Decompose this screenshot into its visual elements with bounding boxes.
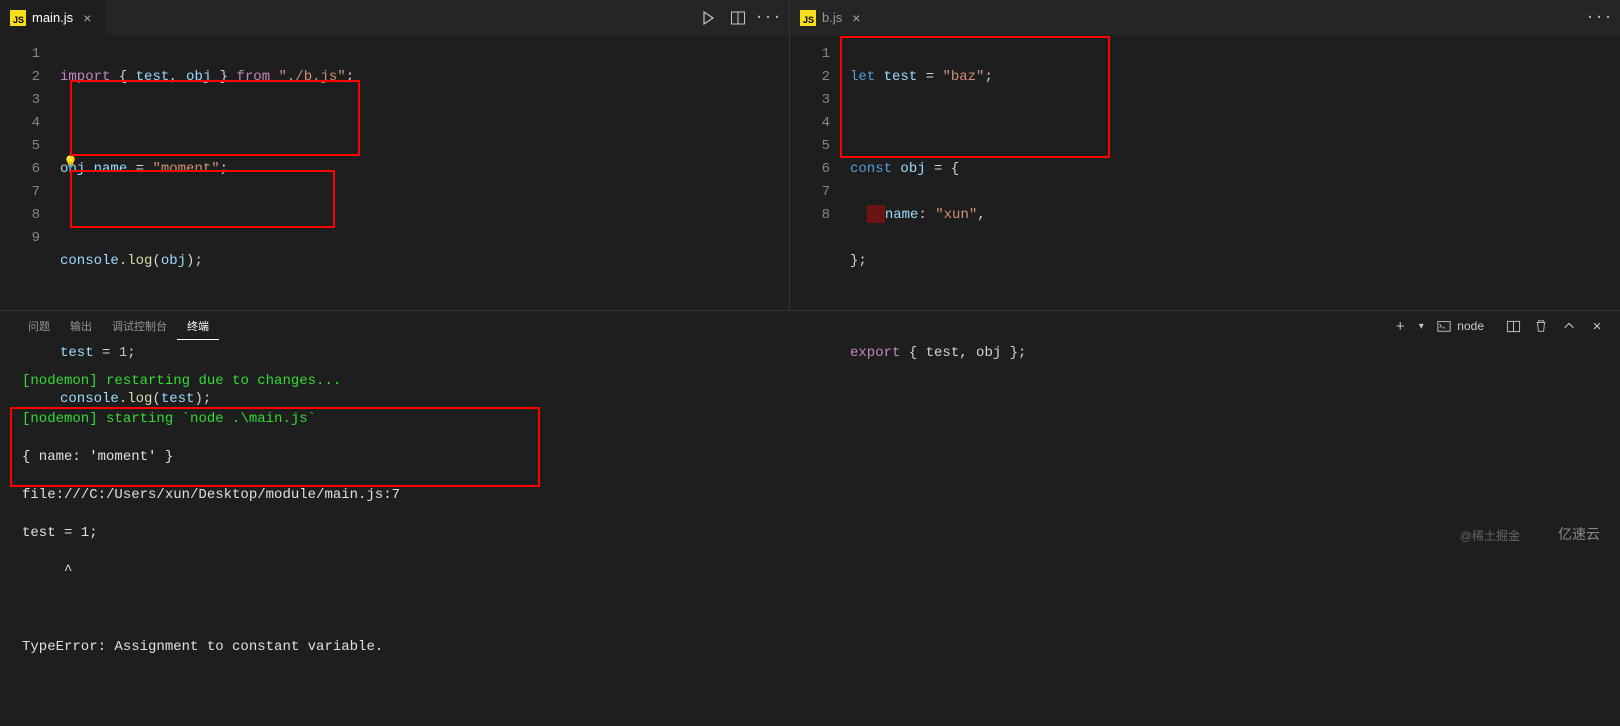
tab-main-js[interactable]: JS main.js × [0, 0, 105, 35]
tab-b-js[interactable]: JS b.js × [790, 0, 874, 35]
run-icon[interactable] [695, 5, 721, 31]
close-panel-icon[interactable]: × [1584, 313, 1610, 339]
editor-pane-right: JS b.js × ··· 12345678 let test = "baz";… [790, 0, 1620, 310]
panel-tab-problems[interactable]: 问题 [18, 313, 60, 339]
close-icon[interactable]: × [848, 10, 864, 26]
terminal-output[interactable]: [nodemon] restarting due to changes... [… [0, 341, 1620, 726]
editor-pane-left: JS main.js × ··· 123456789 import { test… [0, 0, 790, 310]
bottom-panel: 问题 输出 调试控制台 终端 + ▾ node × [nodemon] rest… [0, 310, 1620, 550]
dropdown-icon[interactable]: ▾ [1415, 313, 1427, 339]
error-highlight [867, 205, 885, 223]
chevron-up-icon[interactable] [1556, 313, 1582, 339]
panel-tab-terminal[interactable]: 终端 [177, 313, 219, 340]
js-file-icon: JS [10, 10, 26, 26]
tab-bar-right: JS b.js × ··· [790, 0, 1620, 35]
tab-label: b.js [822, 10, 842, 25]
tab-bar-left: JS main.js × ··· [0, 0, 789, 35]
trash-icon[interactable] [1528, 313, 1554, 339]
split-terminal-icon[interactable] [1500, 313, 1526, 339]
lightbulb-icon[interactable]: 💡 [63, 155, 78, 170]
panel-tab-output[interactable]: 输出 [60, 313, 102, 339]
close-icon[interactable]: × [79, 10, 95, 26]
more-icon[interactable]: ··· [1586, 5, 1612, 31]
panel-tab-debug[interactable]: 调试控制台 [102, 313, 177, 339]
watermark-yisu: 亿速云 [1558, 524, 1600, 544]
shell-label: node [1457, 319, 1484, 333]
more-icon[interactable]: ··· [755, 5, 781, 31]
panel-tabs: 问题 输出 调试控制台 终端 + ▾ node × [0, 311, 1620, 341]
tab-actions-right: ··· [1586, 0, 1612, 35]
panel-actions: + ▾ node × [1387, 313, 1610, 339]
js-file-icon: JS [800, 10, 816, 26]
tab-label: main.js [32, 10, 73, 25]
split-editor-icon[interactable] [725, 5, 751, 31]
tab-actions-left: ··· [695, 0, 781, 35]
watermark-juejin: @稀土掘金 [1460, 527, 1520, 544]
terminal-profile[interactable]: node [1429, 317, 1492, 335]
new-terminal-icon[interactable]: + [1387, 313, 1413, 339]
